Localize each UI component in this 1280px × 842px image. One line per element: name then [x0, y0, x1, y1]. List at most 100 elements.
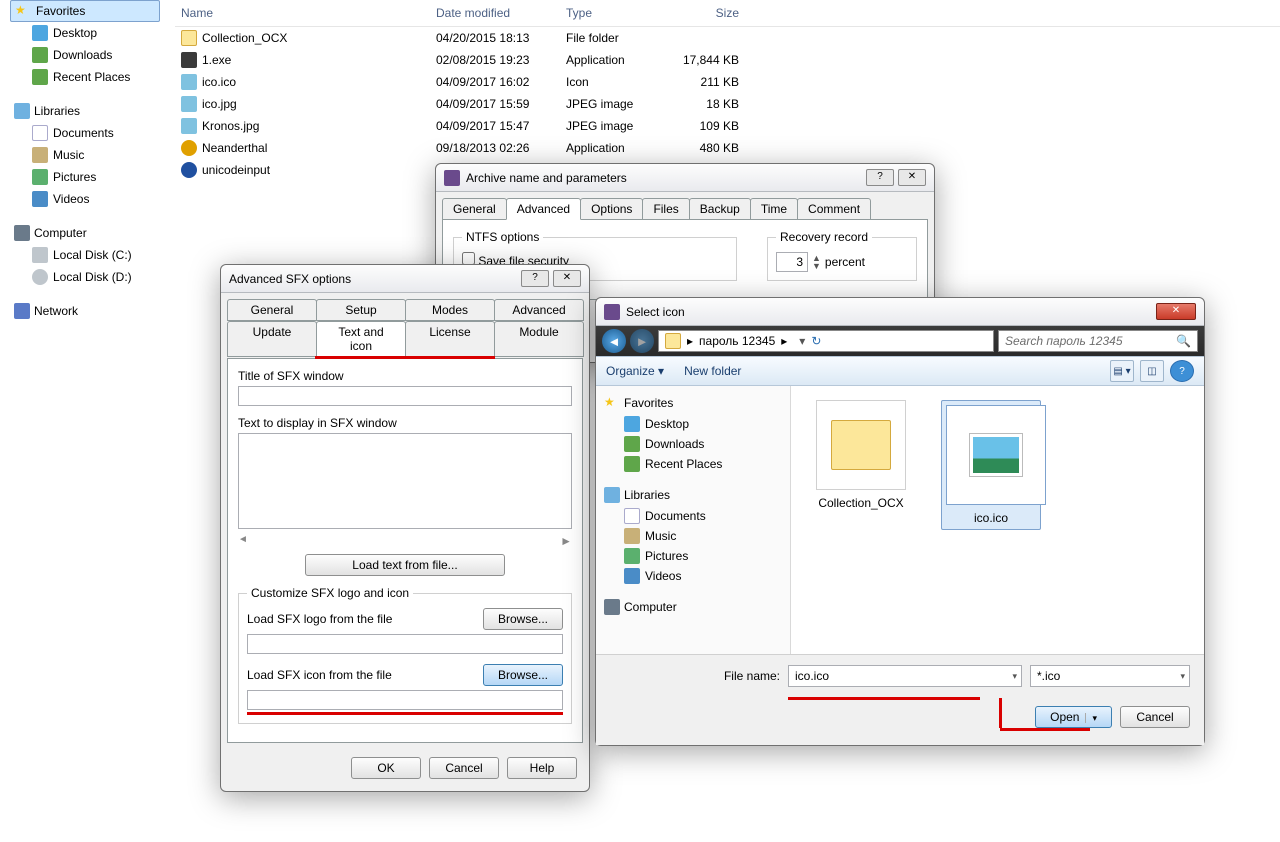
ok-button[interactable]: OK	[351, 757, 421, 779]
nav-videos[interactable]: Videos	[10, 188, 160, 210]
sfx-tab-advanced[interactable]: Advanced	[494, 299, 584, 321]
help-button[interactable]: ?	[521, 270, 549, 287]
nav-pictures[interactable]: Pictures	[10, 166, 160, 188]
nav-downloads[interactable]: Downloads	[10, 44, 160, 66]
nav-computer[interactable]: Computer	[10, 222, 160, 244]
tab-advanced[interactable]: Advanced	[506, 198, 581, 220]
file-item-ico[interactable]: ico.ico	[941, 400, 1041, 530]
opennav-pictures[interactable]: Pictures	[604, 546, 782, 566]
table-row[interactable]: Collection_OCX04/20/2015 18:13File folde…	[175, 27, 1280, 49]
sfx-tab-update[interactable]: Update	[227, 321, 317, 357]
sfx-tab-module[interactable]: Module	[494, 321, 584, 357]
address-bar[interactable]: ▸ пароль 12345 ▸ ▾ ↻	[658, 330, 994, 352]
tab-options[interactable]: Options	[580, 198, 643, 220]
table-row[interactable]: ico.jpg04/09/2017 15:59JPEG image18 KB	[175, 93, 1280, 115]
logo-path-input[interactable]	[247, 634, 563, 654]
sfx-tab-setup[interactable]: Setup	[316, 299, 406, 321]
scrollbar-stub[interactable]: ◄►	[238, 534, 572, 548]
browse-icon-button[interactable]: Browse...	[483, 664, 563, 686]
sfx-tab-general[interactable]: General	[227, 299, 317, 321]
browse-logo-button[interactable]: Browse...	[483, 608, 563, 630]
load-text-button[interactable]: Load text from file...	[305, 554, 505, 576]
opennav-music[interactable]: Music	[604, 526, 782, 546]
folder-icon	[665, 333, 681, 349]
sfx-tab-modes[interactable]: Modes	[405, 299, 495, 321]
nav-network[interactable]: Network	[10, 300, 160, 322]
nav-forward-button[interactable]: ►	[630, 329, 654, 353]
col-name[interactable]: Name	[175, 4, 430, 22]
nav-libraries[interactable]: Libraries	[10, 100, 160, 122]
table-row[interactable]: Kronos.jpg04/09/2017 15:47JPEG image109 …	[175, 115, 1280, 137]
organize-button[interactable]: Organize ▾	[606, 364, 664, 378]
sfx-tab-text-and-icon[interactable]: Text and icon	[316, 321, 406, 357]
sfx-text-input[interactable]	[238, 433, 572, 529]
opennav-videos[interactable]: Videos	[604, 566, 782, 586]
file-type: Application	[560, 140, 670, 156]
nav-documents[interactable]: Documents	[10, 122, 160, 144]
opennav-computer[interactable]: Computer	[604, 596, 782, 618]
view-mode-button[interactable]: ▤ ▾	[1110, 360, 1134, 382]
preview-pane-button[interactable]: ◫	[1140, 360, 1164, 382]
nav-music[interactable]: Music	[10, 144, 160, 166]
stepper-icon[interactable]: ▲▼	[812, 254, 821, 270]
help-icon[interactable]: ?	[1170, 360, 1194, 382]
tab-general[interactable]: General	[442, 198, 507, 220]
nav-back-button[interactable]: ◄	[602, 329, 626, 353]
sfx-tab-license[interactable]: License	[405, 321, 495, 357]
file-icon	[181, 140, 197, 156]
close-button[interactable]: ✕	[553, 270, 581, 287]
videos-icon	[32, 191, 48, 207]
opennav-recent[interactable]: Recent Places	[604, 454, 782, 474]
tab-files[interactable]: Files	[642, 198, 689, 220]
search-input[interactable]: Search пароль 12345 🔍	[998, 330, 1198, 352]
open-button[interactable]: Open	[1035, 706, 1112, 728]
new-folder-button[interactable]: New folder	[684, 364, 741, 378]
computer-icon	[14, 225, 30, 241]
sfx-titlebar[interactable]: Advanced SFX options ? ✕	[221, 265, 589, 293]
icon-path-input[interactable]	[247, 690, 563, 710]
nav-disk-d[interactable]: Local Disk (D:)	[10, 266, 160, 288]
filter-combo[interactable]: *.ico	[1030, 665, 1190, 687]
close-button[interactable]: ✕	[1156, 303, 1196, 320]
nav-favorites[interactable]: ★ Favorites	[10, 0, 160, 22]
close-button[interactable]: ✕	[898, 169, 926, 186]
file-item-folder[interactable]: Collection_OCX	[811, 400, 911, 510]
nav-desktop[interactable]: Desktop	[10, 22, 160, 44]
recovery-value[interactable]	[776, 252, 808, 272]
col-date[interactable]: Date modified	[430, 4, 560, 22]
table-row[interactable]: ico.ico04/09/2017 16:02Icon211 KB	[175, 71, 1280, 93]
tab-backup[interactable]: Backup	[689, 198, 751, 220]
opennav-downloads[interactable]: Downloads	[604, 434, 782, 454]
open-titlebar[interactable]: Select icon ✕	[596, 298, 1204, 326]
archive-dialog-titlebar[interactable]: Archive name and parameters ? ✕	[436, 164, 934, 192]
chevron-down-icon[interactable]: ▾	[799, 334, 805, 348]
opennav-desktop[interactable]: Desktop	[604, 414, 782, 434]
opennav-favorites[interactable]: ★Favorites	[604, 392, 782, 414]
help-button[interactable]: ?	[866, 169, 894, 186]
highlight-underline	[999, 698, 1002, 728]
tab-time[interactable]: Time	[750, 198, 798, 220]
breadcrumb[interactable]: пароль 12345	[699, 334, 775, 348]
tab-comment[interactable]: Comment	[797, 198, 871, 220]
table-row[interactable]: 1.exe02/08/2015 19:23Application17,844 K…	[175, 49, 1280, 71]
filename-combo[interactable]: ico.ico	[788, 665, 1022, 687]
opennav-libraries[interactable]: Libraries	[604, 484, 782, 506]
cancel-button[interactable]: Cancel	[1120, 706, 1190, 728]
sfx-title: Advanced SFX options	[229, 272, 351, 286]
cancel-button[interactable]: Cancel	[429, 757, 499, 779]
opennav-documents[interactable]: Documents	[604, 506, 782, 526]
nav-disk-c[interactable]: Local Disk (C:)	[10, 244, 160, 266]
file-size: 480 KB	[670, 140, 745, 156]
sfx-title-input[interactable]	[238, 386, 572, 406]
file-list-header[interactable]: Name Date modified Type Size	[175, 0, 1280, 27]
library-icon	[604, 487, 620, 503]
col-type[interactable]: Type	[560, 4, 670, 22]
table-row[interactable]: Neanderthal09/18/2013 02:26Application48…	[175, 137, 1280, 159]
open-file-pane[interactable]: Collection_OCX ico.ico	[791, 386, 1204, 654]
col-size[interactable]: Size	[670, 4, 745, 22]
refresh-icon[interactable]: ↻	[811, 334, 821, 348]
open-nav-pane: ★Favorites Desktop Downloads Recent Plac…	[596, 386, 791, 654]
help-button[interactable]: Help	[507, 757, 577, 779]
nav-recent-places[interactable]: Recent Places	[10, 66, 160, 88]
download-icon	[624, 436, 640, 452]
